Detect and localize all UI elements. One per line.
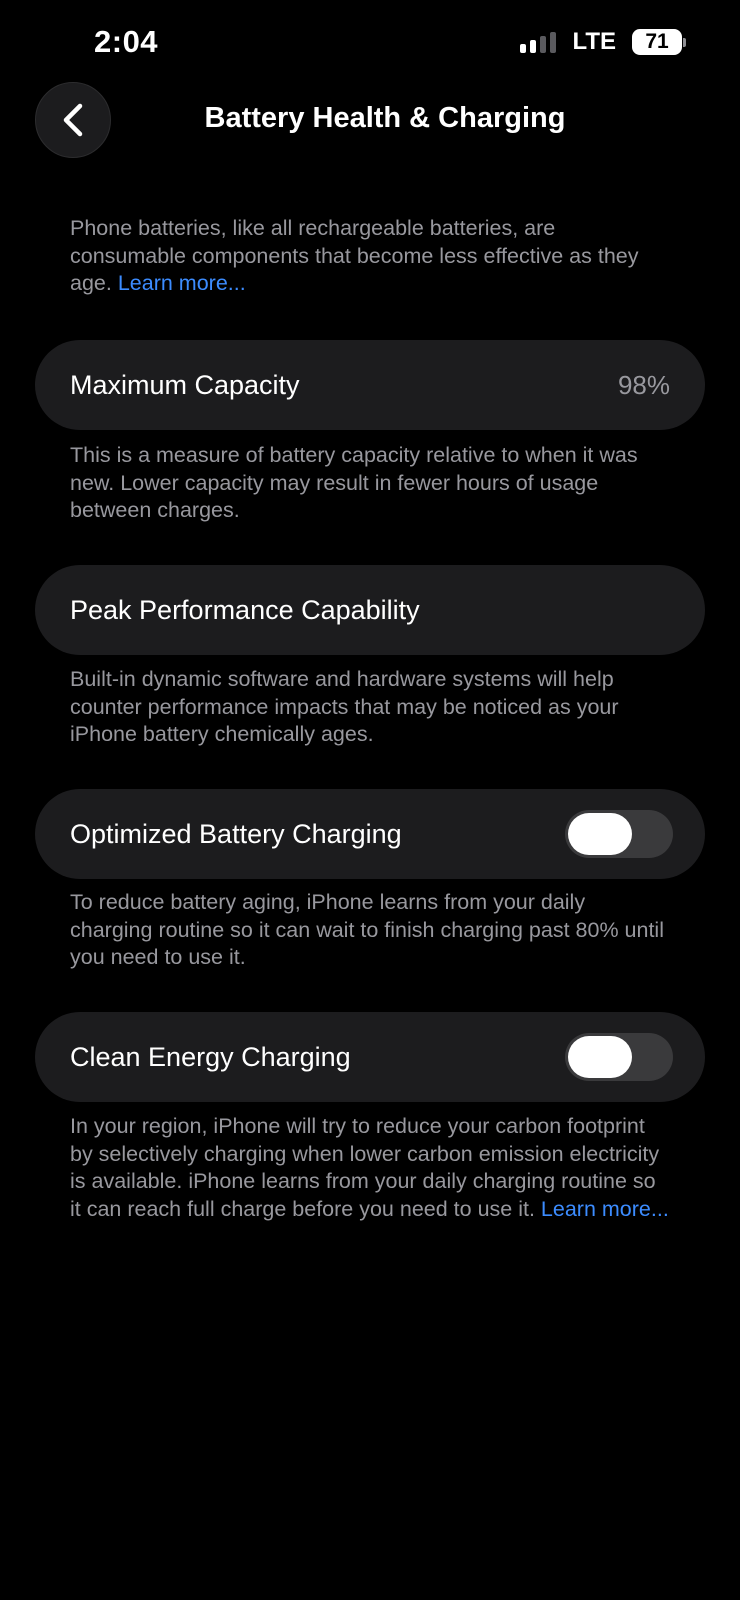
cellular-signal-icon [520,31,557,53]
battery-settings-screen: 2:04 LTE 71 Battery Health & Charging Ph… [0,0,740,1600]
optimized-charging-description: To reduce battery aging, iPhone learns f… [70,890,664,969]
clean-energy-learn-more-link[interactable]: Learn more... [541,1197,669,1221]
peak-performance-description: Built-in dynamic software and hardware s… [70,667,619,746]
battery-icon: 71 [632,29,682,55]
clean-energy-label: Clean Energy Charging [70,1041,351,1072]
clean-energy-description-block: In your region, iPhone will try to reduc… [70,1113,670,1223]
maximum-capacity-value: 98% [617,369,670,400]
intro-text: Phone batteries, like all rechargeable b… [70,215,670,298]
status-indicators: LTE 71 [520,28,686,56]
page-title: Battery Health & Charging [204,102,566,134]
battery-level: 71 [645,30,669,53]
battery-nub [683,37,686,47]
status-time: 2:04 [94,24,159,59]
clean-energy-toggle[interactable] [565,1033,673,1081]
toggle-knob [568,813,632,855]
toggle-knob [568,1036,632,1078]
peak-performance-label: Peak Performance Capability [70,594,420,625]
clean-energy-row: Clean Energy Charging [35,1012,705,1102]
optimized-charging-row: Optimized Battery Charging [35,789,705,879]
maximum-capacity-row: Maximum Capacity 98% [35,340,705,430]
maximum-capacity-description: This is a measure of battery capacity re… [70,443,638,522]
intro-learn-more-link[interactable]: Learn more... [118,271,246,295]
optimized-charging-label: Optimized Battery Charging [70,818,402,849]
peak-performance-row: Peak Performance Capability [35,565,705,655]
maximum-capacity-label: Maximum Capacity [70,369,300,400]
optimized-charging-toggle[interactable] [565,810,673,858]
network-type: LTE [572,28,616,55]
